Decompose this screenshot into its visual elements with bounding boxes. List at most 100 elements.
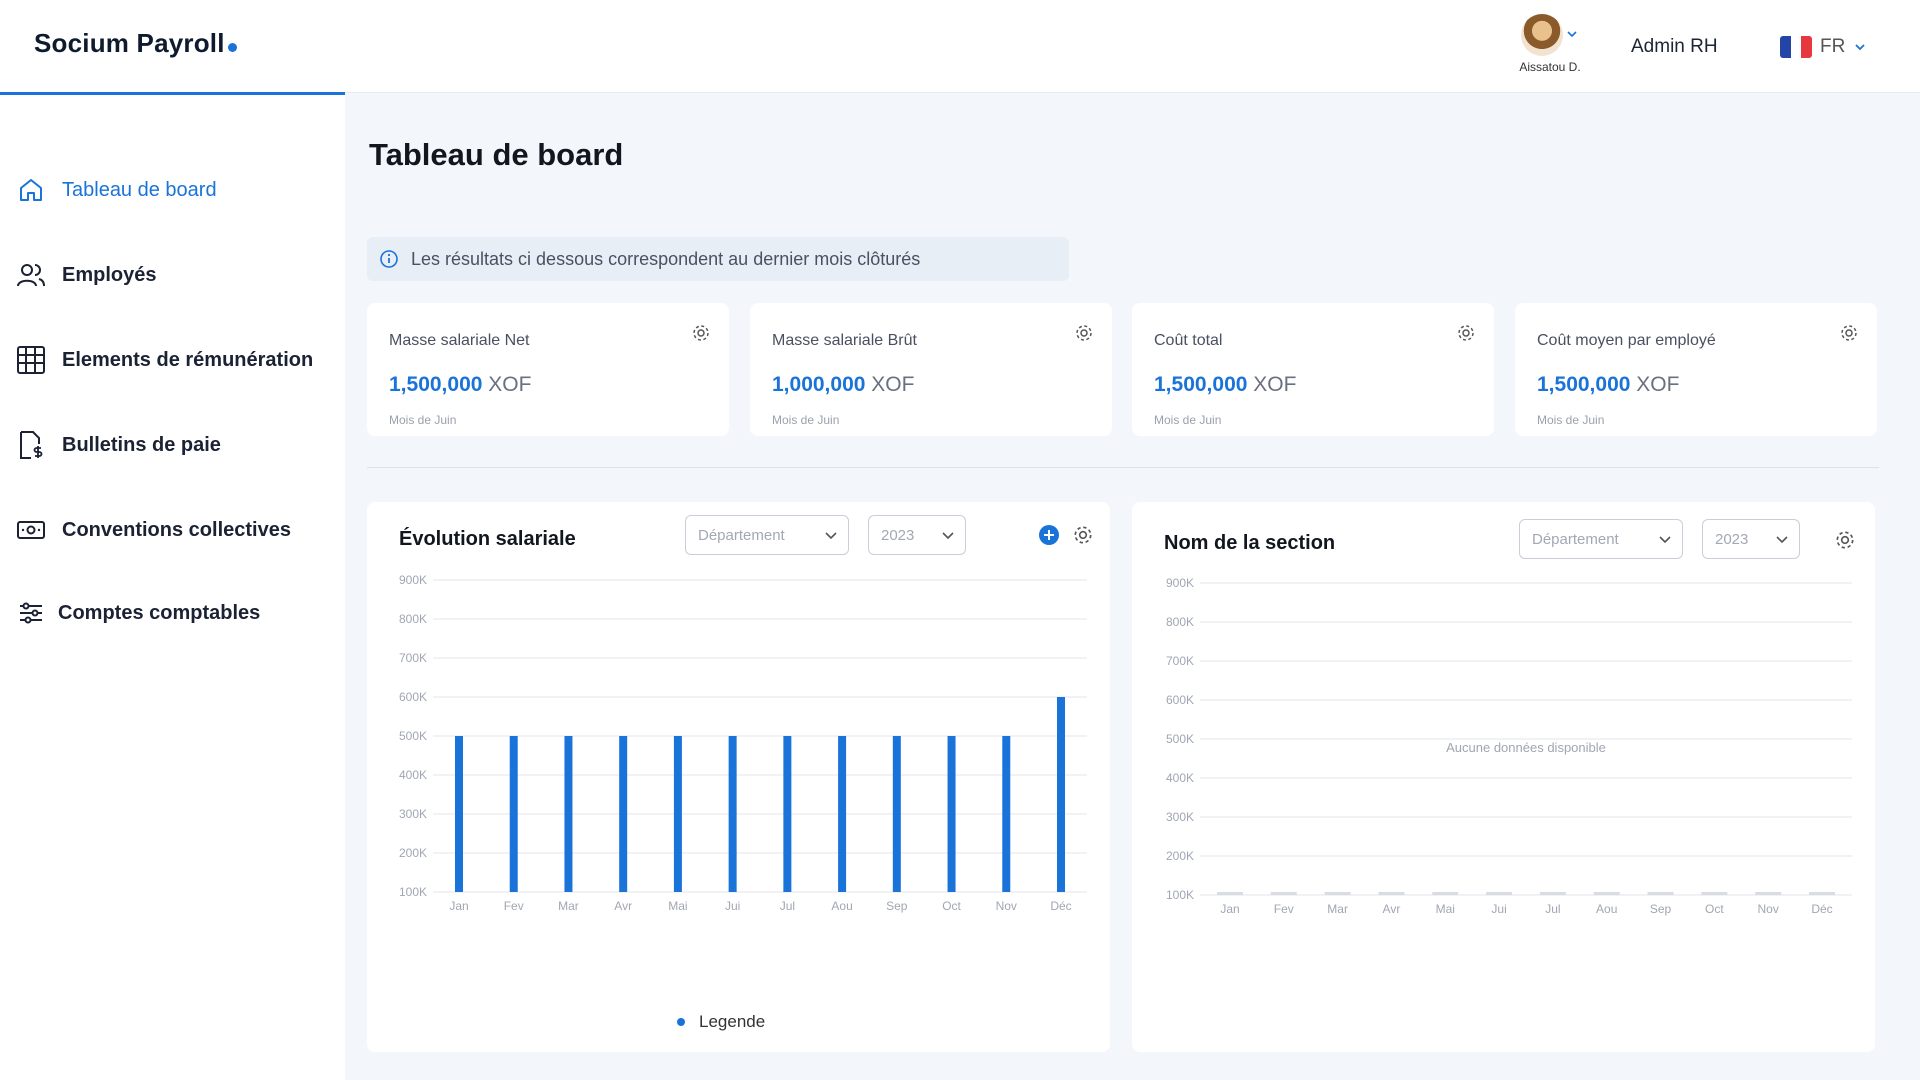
bar [728,736,737,892]
y-tick-label: 800K [1166,615,1194,629]
kpi-value: 1,500,000 XOF [1154,373,1296,397]
gear-icon[interactable] [691,323,711,343]
bar [783,736,792,892]
kpi-period: Mois de Juin [389,413,457,427]
kpi-card-net-salary: Masse salariale Net 1,500,000 XOF Mois d… [367,303,729,436]
x-tick-label: Jul [1545,902,1560,916]
y-tick-label: 600K [399,690,427,704]
sidebar-item-label: Comptes comptables [58,601,261,624]
y-tick-label: 100K [399,885,427,899]
kpi-unit: XOF [871,373,915,396]
empty-bar [1539,892,1566,895]
sidebar-item-payslips[interactable]: Bulletins de paie [16,430,221,460]
bar [892,736,901,892]
kpi-card-gross-salary: Masse salariale Brût 1,000,000 XOF Mois … [750,303,1112,436]
bar [673,736,682,892]
y-tick-label: 200K [399,846,427,860]
x-tick-label: Sep [886,899,908,913]
x-tick-label: Sep [1650,902,1672,916]
bar [1002,736,1011,892]
chart-legend: Legende [677,1012,765,1032]
logo-dot [227,43,237,52]
empty-bar [1324,892,1351,895]
x-tick-label: Jan [1220,902,1239,916]
sliders-icon [16,598,46,628]
x-tick-label: Jul [780,899,795,913]
y-tick-label: 100K [1166,888,1194,902]
kpi-value: 1,000,000 XOF [772,373,914,397]
payslip-icon [16,430,46,460]
x-tick-label: Aou [1596,902,1617,916]
france-flag-icon [1780,36,1812,58]
top-bar: Socium Payroll Aissatou D. Admin RH FR [0,0,1920,95]
kpi-unit: XOF [488,373,532,396]
kpi-unit: XOF [1636,373,1680,396]
user-role: Admin RH [1631,36,1718,57]
empty-bar [1809,892,1835,895]
sidebar-item-employees[interactable]: Employés [16,260,156,290]
y-tick-label: 400K [1166,771,1194,785]
salary-bar-chart: 100K 200K 300K 400K 500K 600K 700K 800K 900K Jan F… [399,573,1087,913]
x-tick-label: Jui [1491,902,1506,916]
bar [1057,697,1065,892]
empty-bar [1593,892,1620,895]
chevron-down-icon[interactable] [1566,28,1578,40]
y-tick-label: 700K [399,651,427,665]
y-tick-label: 700K [1166,654,1194,668]
sidebar-item-accounts[interactable]: Comptes comptables [16,598,260,628]
home-icon [16,175,46,205]
y-tick-label: 800K [399,612,427,626]
gear-icon[interactable] [1074,323,1094,343]
sidebar-item-label: Elements de rémunération [62,348,314,371]
main-content: Tableau de board Les résultats ci dessou… [345,95,1920,1080]
empty-bar [1378,892,1405,895]
empty-bar [1432,892,1459,895]
x-tick-label: Jan [449,899,468,913]
empty-bar [1647,892,1674,895]
x-tick-label: Aou [831,899,852,913]
gear-icon[interactable] [1839,323,1859,343]
y-tick-label: 500K [1166,732,1194,746]
kpi-unit: XOF [1253,373,1297,396]
kpi-value: 1,500,000 XOF [389,373,531,397]
empty-message: Aucune données disponible [1446,740,1606,755]
money-bill-icon [16,515,46,545]
sidebar-item-label: Conventions collectives [62,518,291,541]
x-tick-label: Oct [942,899,961,913]
gear-icon[interactable] [1456,323,1476,343]
app-logo-text: Socium Payroll [34,28,225,58]
kpi-amount: 1,500,000 [1537,373,1631,396]
empty-bar [1755,892,1782,895]
kpi-card-total-cost: Coût total 1,500,000 XOF Mois de Juin [1132,303,1494,436]
y-tick-label: 300K [399,807,427,821]
grid-table-icon [16,345,46,375]
empty-bar [1701,892,1728,895]
y-tick-label: 300K [1166,810,1194,824]
kpi-label: Coût total [1154,332,1223,349]
language-label: FR [1820,36,1846,57]
sidebar-item-remuneration[interactable]: Elements de rémunération [16,345,313,375]
y-tick-label: 500K [399,729,427,743]
x-tick-label: Fev [504,899,524,913]
bar [947,736,956,892]
sidebar-item-conventions[interactable]: Conventions collectives [16,515,291,545]
info-text: Les résultats ci dessous correspondent a… [411,248,921,269]
kpi-card-average-cost: Coût moyen par employé 1,500,000 XOF Moi… [1515,303,1877,436]
info-icon [380,250,398,268]
info-banner: Les résultats ci dessous correspondent a… [367,237,1069,281]
bar [619,736,628,892]
user-menu[interactable]: Aissatou D. [1510,14,1590,74]
avatar[interactable] [1521,14,1563,56]
language-selector[interactable]: FR [1780,36,1867,58]
legend-dot [677,1018,685,1026]
y-tick-label: 600K [1166,693,1194,707]
user-name: Aissatou D. [1519,60,1581,74]
x-tick-label: Jui [725,899,740,913]
app-logo[interactable]: Socium Payroll [34,28,237,59]
legend-label: Legende [699,1012,766,1031]
x-tick-label: Mar [1327,902,1348,916]
sidebar-item-dashboard[interactable]: Tableau de board [16,175,217,205]
sidebar-item-label: Bulletins de paie [62,433,221,456]
x-tick-label: Avr [1383,902,1401,916]
kpi-amount: 1,500,000 [389,373,483,396]
